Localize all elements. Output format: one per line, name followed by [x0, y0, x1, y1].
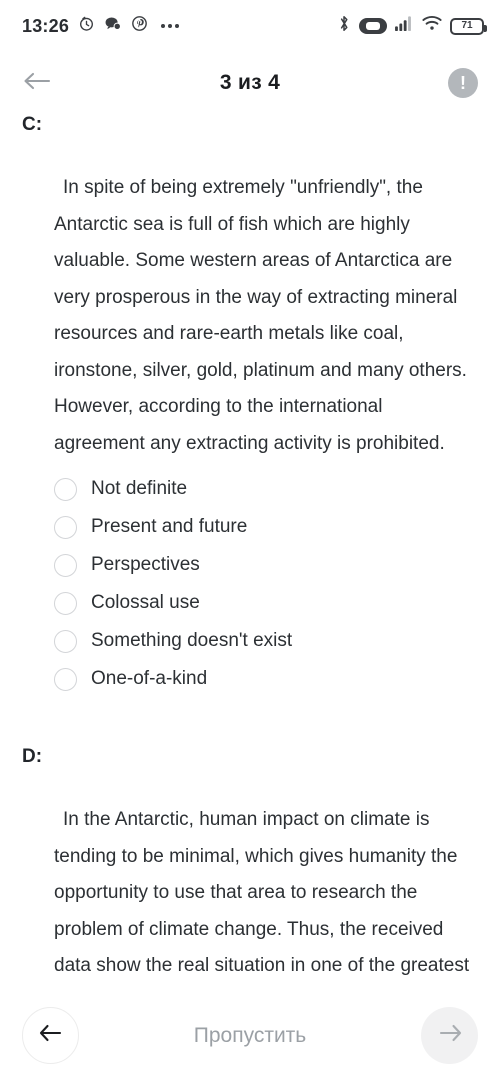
- question-content: C: In spite of being extremely "unfriend…: [0, 114, 500, 986]
- option-row[interactable]: Something doesn't exist: [54, 622, 500, 660]
- arrow-right-icon: [437, 1022, 463, 1049]
- section-c: C: In spite of being extremely "unfriend…: [0, 114, 500, 698]
- skip-button[interactable]: Пропустить: [194, 1024, 307, 1048]
- app-screen: 13:26 71 3 из 4 ! C: In spite of being e…: [0, 0, 500, 1083]
- page-title: 3 из 4: [219, 71, 281, 94]
- option-row[interactable]: Not definite: [54, 470, 500, 508]
- radio-button-icon[interactable]: [54, 477, 77, 501]
- header-info-button[interactable]: !: [438, 68, 478, 98]
- option-label: Colossal use: [91, 592, 200, 613]
- section-d-label: D:: [22, 746, 43, 767]
- more-dots-icon: [161, 24, 180, 28]
- option-label: Perspectives: [91, 554, 200, 575]
- exclamation-circle-icon: !: [448, 68, 478, 98]
- previous-button[interactable]: [22, 1007, 79, 1064]
- radio-button-icon[interactable]: [54, 515, 77, 539]
- section-d: D: In the Antarctic, human impact on cli…: [0, 746, 500, 986]
- earbuds-battery-icon: [359, 18, 387, 34]
- arrow-left-icon: [38, 1022, 64, 1049]
- app-header: 3 из 4 !: [0, 52, 500, 114]
- option-row[interactable]: Present and future: [54, 508, 500, 546]
- battery-icon: 71: [450, 17, 487, 35]
- section-c-passage: In spite of being extremely "unfriendly"…: [54, 177, 467, 454]
- status-bar-left: 13:26: [22, 15, 180, 37]
- cellular-signal-icon: [395, 15, 414, 37]
- option-label: One-of-a-kind: [91, 668, 208, 689]
- status-time: 13:26: [22, 15, 70, 36]
- section-c-label: C:: [22, 114, 43, 135]
- option-label: Present and future: [91, 516, 248, 537]
- pinterest-icon: [131, 15, 148, 37]
- radio-button-icon[interactable]: [54, 667, 77, 691]
- option-label: Something doesn't exist: [91, 630, 293, 651]
- messaging-icon: [104, 15, 122, 37]
- next-button[interactable]: [421, 1007, 478, 1064]
- radio-button-icon[interactable]: [54, 629, 77, 653]
- radio-button-icon[interactable]: [54, 591, 77, 615]
- status-bar-right: 71: [337, 14, 487, 38]
- wifi-icon: [422, 15, 442, 37]
- alarm-clock-icon: [78, 15, 95, 37]
- option-row[interactable]: One-of-a-kind: [54, 660, 500, 698]
- option-label: Not definite: [91, 478, 188, 499]
- option-row[interactable]: Colossal use: [54, 584, 500, 622]
- section-c-options: Not definite Present and future Perspect…: [0, 470, 500, 698]
- header-back-button[interactable]: [22, 69, 62, 98]
- bluetooth-icon: [337, 14, 351, 38]
- exclamation-glyph: !: [460, 73, 466, 93]
- bottom-navigation-bar: Пропустить: [0, 988, 500, 1083]
- status-bar: 13:26 71: [0, 0, 500, 52]
- arrow-left-icon: [22, 69, 52, 98]
- radio-button-icon[interactable]: [54, 553, 77, 577]
- section-d-passage: In the Antarctic, human impact on climat…: [54, 809, 470, 976]
- option-row[interactable]: Perspectives: [54, 546, 500, 584]
- battery-percent: 71: [461, 20, 473, 31]
